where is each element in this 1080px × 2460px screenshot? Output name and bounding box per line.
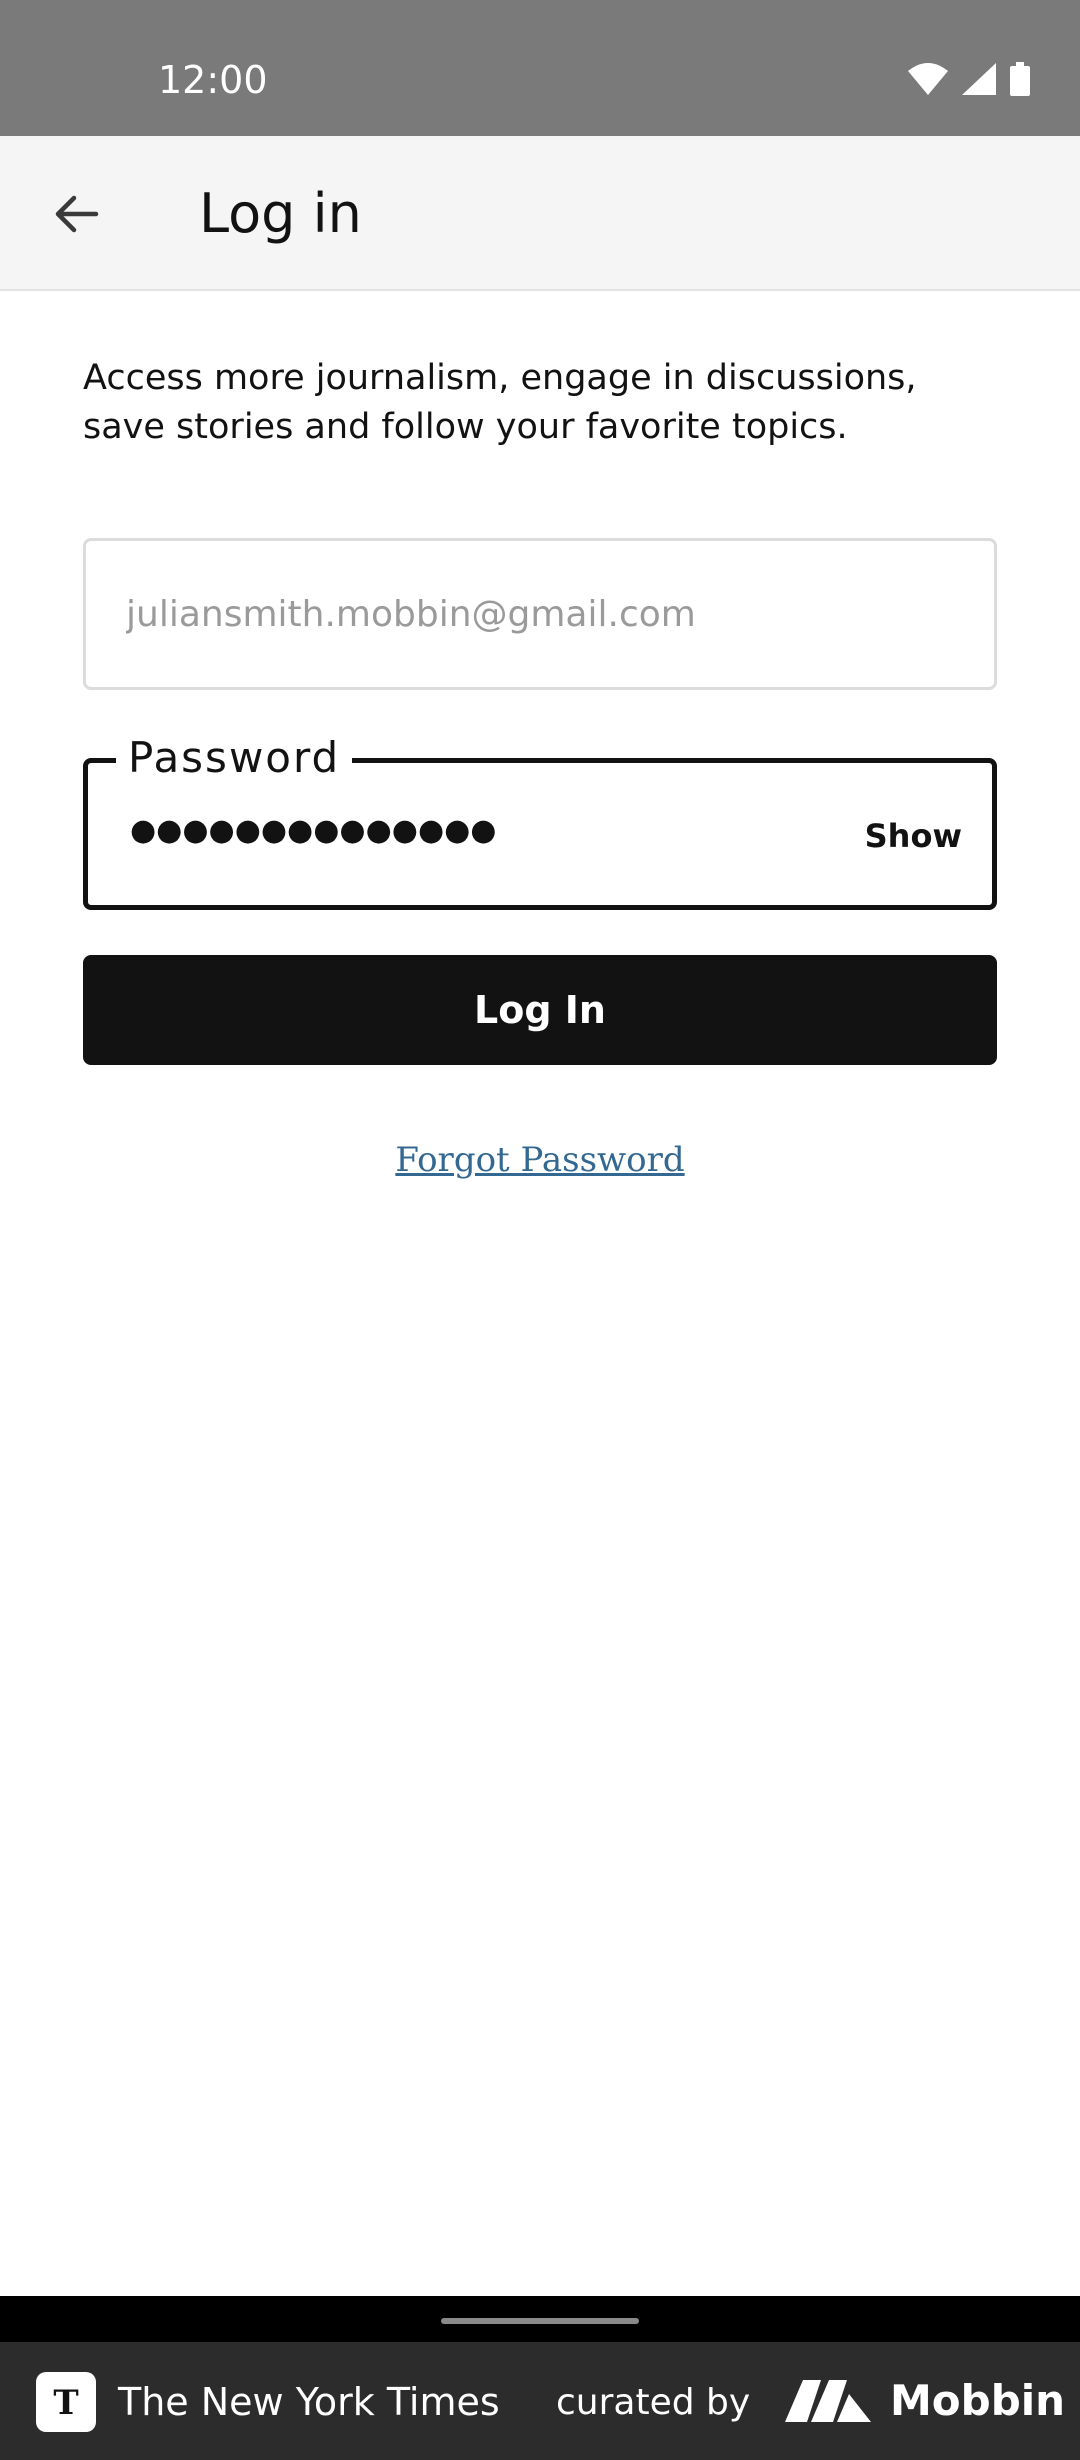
login-button[interactable]: Log In: [83, 955, 997, 1065]
intro-text: Access more journalism, engage in discus…: [83, 358, 917, 447]
footer: T The New York Times curated by Mobbin: [0, 2342, 1080, 2460]
gesture-bar: [0, 2296, 1080, 2342]
arrow-left-icon: [52, 190, 100, 243]
show-password-button[interactable]: Show: [865, 817, 962, 855]
footer-mobbin: Mobbin: [890, 2376, 1066, 2425]
page-title: Log in: [199, 182, 362, 245]
password-field[interactable]: Password ●●●●●●●●●●●●●● Show: [83, 733, 997, 910]
footer-brand: The New York Times: [118, 2380, 500, 2424]
wifi-icon: [908, 63, 948, 100]
svg-text:T: T: [53, 2383, 78, 2422]
password-label: Password: [116, 733, 353, 782]
email-field[interactable]: [83, 538, 997, 690]
password-input[interactable]: ●●●●●●●●●●●●●●: [130, 813, 496, 848]
forgot-password-link[interactable]: Forgot Password: [395, 1140, 684, 1180]
status-icons: [908, 62, 1030, 101]
email-input[interactable]: [126, 541, 946, 687]
signal-icon: [962, 63, 996, 100]
mobbin-logo-icon: [785, 2380, 875, 2427]
forgot-password-container: Forgot Password: [0, 1140, 1080, 1180]
app-bar: Log in: [0, 136, 1080, 291]
battery-icon: [1010, 62, 1030, 101]
gesture-handle[interactable]: [441, 2318, 639, 2324]
status-time: 12:00: [158, 58, 268, 102]
nyt-logo-icon: T: [36, 2372, 96, 2432]
status-bar: 12:00: [0, 0, 1080, 136]
footer-curated-by: curated by: [556, 2382, 751, 2423]
back-button[interactable]: [36, 176, 116, 256]
login-button-label: Log In: [474, 988, 606, 1032]
